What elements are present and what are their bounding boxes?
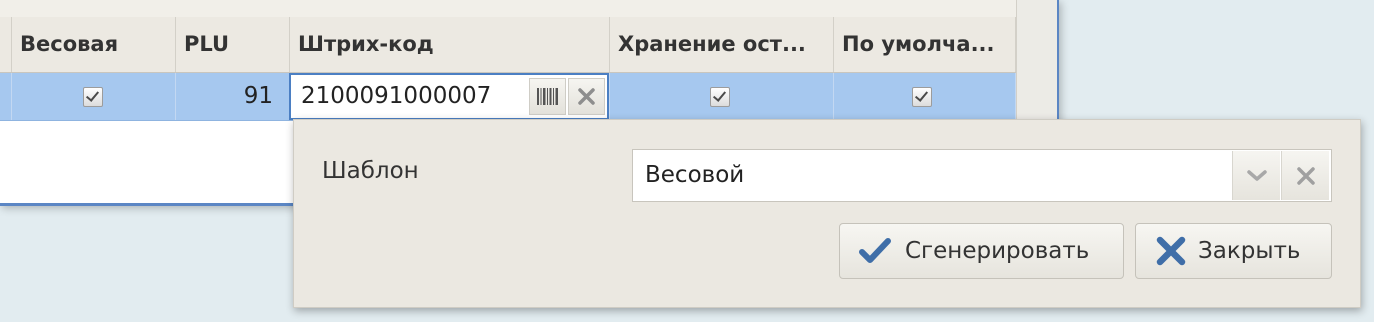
- template-label: Шаблон: [322, 158, 419, 184]
- template-value[interactable]: Весовой: [645, 150, 744, 201]
- close-button[interactable]: Закрыть: [1135, 223, 1332, 279]
- chevron-down-icon: [1247, 170, 1267, 181]
- barcode-editor[interactable]: 2100091000007: [289, 73, 609, 120]
- barcode-generator-popup: Шаблон Весовой Сгенерировать Закрыть: [293, 119, 1361, 308]
- template-dropdown-button[interactable]: [1232, 151, 1280, 200]
- clear-icon: [578, 88, 595, 105]
- cell-weight[interactable]: [12, 73, 176, 120]
- grid-header: Весовая PLU Штрих-код Хранение ост... По…: [0, 17, 1016, 73]
- column-header-default[interactable]: По умолча...: [834, 17, 1016, 72]
- default-checkbox[interactable]: [912, 87, 932, 107]
- header-cell-blank: [0, 17, 12, 72]
- check-icon: [859, 238, 891, 263]
- barcode-input[interactable]: 2100091000007: [301, 75, 491, 118]
- storage-checkbox[interactable]: [710, 87, 730, 107]
- barcode-icon: [537, 88, 558, 105]
- cell-plu[interactable]: 91: [176, 73, 290, 120]
- column-header-weight[interactable]: Весовая: [12, 17, 176, 72]
- template-combobox[interactable]: Весовой: [632, 149, 1332, 202]
- grid-header-cap: [0, 0, 1016, 18]
- generate-button-label: Сгенерировать: [905, 238, 1090, 264]
- column-header-barcode[interactable]: Штрих-код: [290, 17, 610, 72]
- template-clear-button[interactable]: [1281, 151, 1329, 200]
- plu-value: 91: [243, 83, 273, 109]
- column-header-plu[interactable]: PLU: [176, 17, 290, 72]
- clear-icon: [1297, 167, 1315, 185]
- barcode-button[interactable]: [529, 78, 566, 115]
- barcode-clear-button[interactable]: [568, 78, 605, 115]
- close-button-label: Закрыть: [1198, 238, 1301, 264]
- column-header-storage[interactable]: Хранение ост...: [610, 17, 834, 72]
- cell-default[interactable]: [834, 73, 1016, 120]
- cell-storage[interactable]: [610, 73, 834, 120]
- generate-button[interactable]: Сгенерировать: [839, 223, 1124, 279]
- close-icon: [1156, 236, 1186, 266]
- row-cell-blank: [0, 73, 12, 120]
- weight-checkbox[interactable]: [83, 87, 103, 107]
